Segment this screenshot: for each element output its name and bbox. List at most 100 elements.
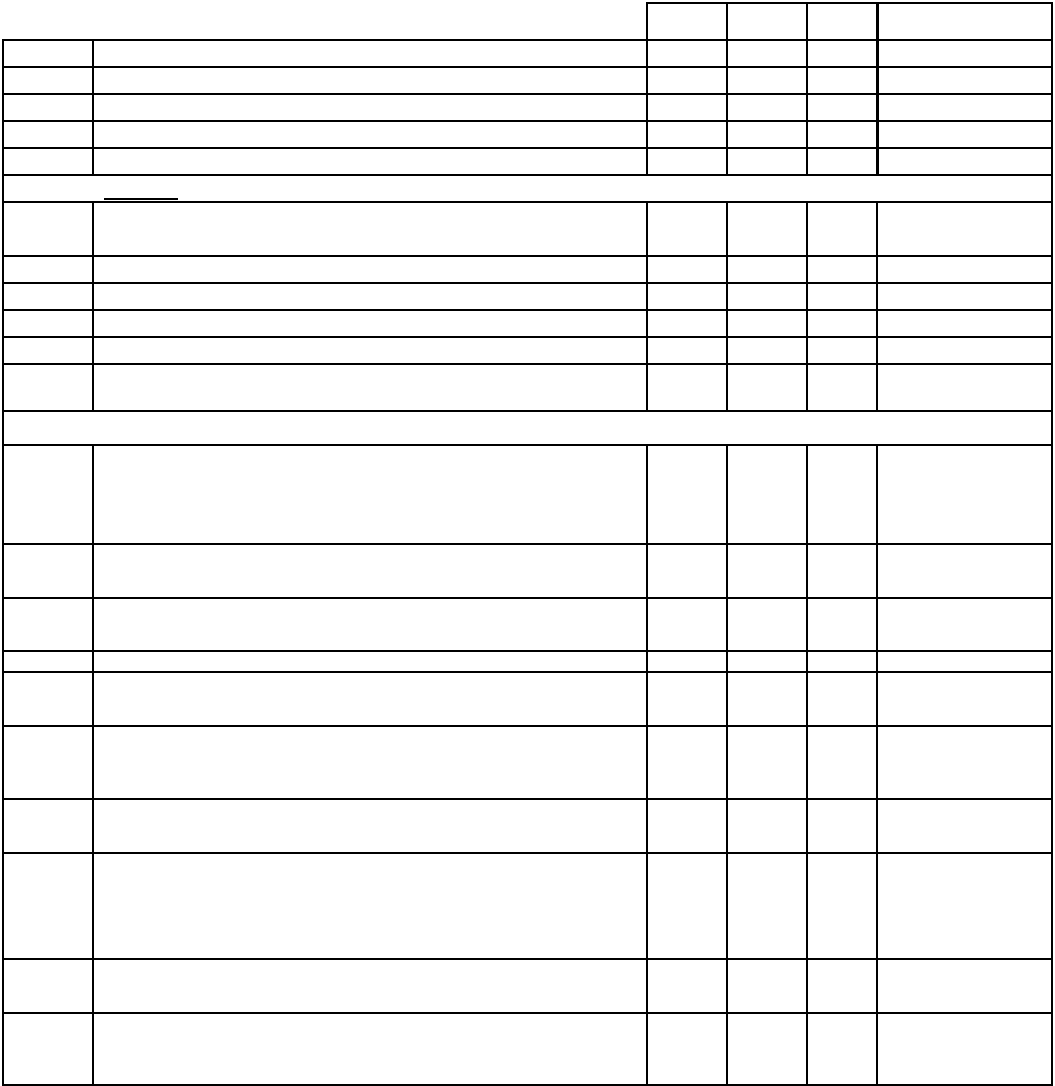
s2-row8-num bbox=[6, 962, 88, 1008]
row2-c3 bbox=[810, 97, 872, 117]
s2-row8-c4 bbox=[882, 962, 1047, 1008]
s2-row3-num bbox=[6, 654, 88, 668]
s2-row1-c1 bbox=[650, 547, 722, 593]
row0-desc bbox=[96, 43, 642, 63]
s2-row0-c1 bbox=[650, 448, 722, 540]
s2-row9-c1 bbox=[650, 1016, 722, 1080]
row2-c2 bbox=[730, 97, 802, 117]
s2-row4-c4 bbox=[882, 675, 1047, 721]
s2-row9-num bbox=[6, 1016, 88, 1080]
header-col1 bbox=[650, 6, 722, 36]
s2-row7-c1 bbox=[650, 856, 722, 954]
row0-c4 bbox=[882, 43, 1047, 63]
s2-row1-num bbox=[6, 547, 88, 593]
s1-row4-num bbox=[6, 340, 88, 360]
s2-row6-c2 bbox=[730, 802, 802, 848]
s2-row2-c3 bbox=[810, 601, 872, 647]
row4-desc bbox=[96, 151, 642, 171]
s2-row0-c2 bbox=[730, 448, 802, 540]
s2-row1-c4 bbox=[882, 547, 1047, 593]
s1-row2-c4 bbox=[882, 286, 1047, 306]
row3-c1 bbox=[650, 124, 722, 144]
s2-row4-desc bbox=[96, 675, 642, 721]
s1-row5-c4 bbox=[882, 367, 1047, 407]
row1-c3 bbox=[810, 70, 872, 90]
header-col3 bbox=[810, 6, 872, 36]
s2-row3-c3 bbox=[810, 654, 872, 668]
s2-row6-desc bbox=[96, 802, 642, 848]
s2-row6-c3 bbox=[810, 802, 872, 848]
section2-title bbox=[6, 416, 1046, 440]
s2-row9-c3 bbox=[810, 1016, 872, 1080]
s1-row3-num bbox=[6, 313, 88, 333]
s2-row2-num bbox=[6, 601, 88, 647]
header-col2 bbox=[730, 6, 802, 36]
s1-row5-c2 bbox=[730, 367, 802, 407]
s1-row2-num bbox=[6, 286, 88, 306]
s1-row1-desc bbox=[96, 259, 642, 279]
s2-row5-num bbox=[6, 729, 88, 795]
s1-row2-desc bbox=[96, 286, 642, 306]
s2-row2-desc bbox=[96, 601, 642, 647]
s2-row1-c2 bbox=[730, 547, 802, 593]
row4-c1 bbox=[650, 151, 722, 171]
row1-c4 bbox=[882, 70, 1047, 90]
s1-row1-c4 bbox=[882, 259, 1047, 279]
s2-row8-c1 bbox=[650, 962, 722, 1008]
table-container bbox=[0, 0, 1055, 1086]
s1-row0-desc bbox=[96, 205, 642, 251]
s1-row3-c2 bbox=[730, 313, 802, 333]
s1-row5-c1 bbox=[650, 367, 722, 407]
s1-row4-c3 bbox=[810, 340, 872, 360]
row2-desc bbox=[96, 97, 642, 117]
s2-row6-c1 bbox=[650, 802, 722, 848]
row0-c3 bbox=[810, 43, 872, 63]
row3-desc bbox=[96, 124, 642, 144]
row0-c2 bbox=[730, 43, 802, 63]
s2-row5-c4 bbox=[882, 729, 1047, 795]
s2-row7-c4 bbox=[882, 856, 1047, 954]
s1-row3-c3 bbox=[810, 313, 872, 333]
row0-num bbox=[6, 43, 88, 63]
s1-row0-c2 bbox=[730, 205, 802, 251]
s2-row5-c3 bbox=[810, 729, 872, 795]
s1-row4-c1 bbox=[650, 340, 722, 360]
s1-row2-c3 bbox=[810, 286, 872, 306]
s2-row9-c2 bbox=[730, 1016, 802, 1080]
s2-row2-c4 bbox=[882, 601, 1047, 647]
s1-row3-c4 bbox=[882, 313, 1047, 333]
s1-row1-c1 bbox=[650, 259, 722, 279]
row2-c4 bbox=[882, 97, 1047, 117]
s2-row2-c2 bbox=[730, 601, 802, 647]
s1-row4-desc bbox=[96, 340, 642, 360]
row3-num bbox=[6, 124, 88, 144]
header-col4 bbox=[882, 6, 1047, 36]
s1-row0-c3 bbox=[810, 205, 872, 251]
s1-row0-c4 bbox=[882, 205, 1047, 251]
s1-row0-c1 bbox=[650, 205, 722, 251]
s1-row0-num bbox=[6, 205, 88, 251]
s2-row8-desc bbox=[96, 962, 642, 1008]
row4-num bbox=[6, 151, 88, 171]
s2-row8-c2 bbox=[730, 962, 802, 1008]
s2-row1-desc bbox=[96, 547, 642, 593]
s1-row5-c3 bbox=[810, 367, 872, 407]
s2-row7-c2 bbox=[730, 856, 802, 954]
s2-row4-num bbox=[6, 675, 88, 721]
s1-row5-num bbox=[6, 367, 88, 407]
s2-row6-num bbox=[6, 802, 88, 848]
s2-row0-c3 bbox=[810, 448, 872, 540]
row4-c3 bbox=[810, 151, 872, 171]
s1-row2-c1 bbox=[650, 286, 722, 306]
row1-c1 bbox=[650, 70, 722, 90]
s2-row2-c1 bbox=[650, 601, 722, 647]
s2-row1-c3 bbox=[810, 547, 872, 593]
s2-row8-c3 bbox=[810, 962, 872, 1008]
s2-row0-desc bbox=[96, 448, 642, 540]
s1-row4-c2 bbox=[730, 340, 802, 360]
s2-row4-c3 bbox=[810, 675, 872, 721]
s2-row3-c4 bbox=[882, 654, 1047, 668]
row2-c1 bbox=[650, 97, 722, 117]
s1-row2-c2 bbox=[730, 286, 802, 306]
s2-row0-num bbox=[6, 448, 88, 540]
